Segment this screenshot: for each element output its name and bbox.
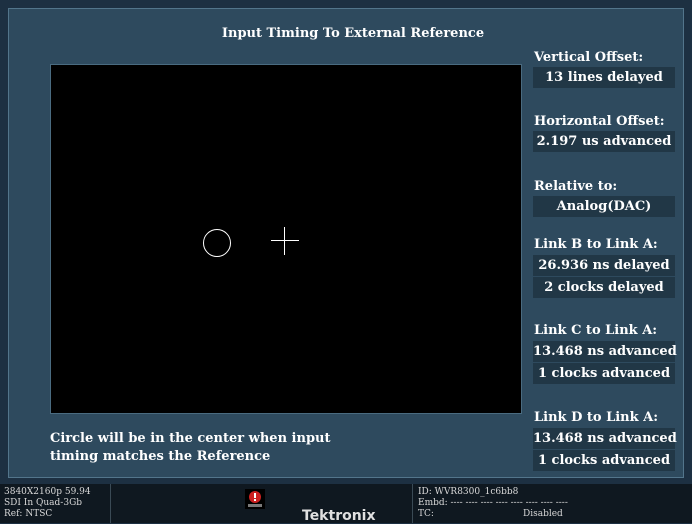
link-c-label: Link C to Link A: xyxy=(534,323,658,338)
status-tc-label: TC: xyxy=(418,509,434,519)
link-d-label: Link D to Link A: xyxy=(534,410,659,425)
vertical-offset-value: 13 lines delayed xyxy=(533,67,675,88)
link-b-label: Link B to Link A: xyxy=(534,237,658,252)
status-id: ID: WVR8300_1c6bb8 xyxy=(418,487,519,497)
status-format: 3840X2160p 59.94 xyxy=(4,487,91,497)
timing-display xyxy=(50,64,522,414)
horizontal-offset-value: 2.197 us advanced xyxy=(533,131,675,152)
page-title: Input Timing To External Reference xyxy=(221,26,485,41)
status-ref: Ref: NTSC xyxy=(4,509,53,519)
horizontal-offset-label: Horizontal Offset: xyxy=(534,114,665,129)
alarm-icon[interactable] xyxy=(245,489,265,509)
status-divider xyxy=(110,484,111,523)
link-c-ns-value: 13.468 ns advanced xyxy=(533,341,677,362)
crosshair-icon xyxy=(271,227,299,255)
link-d-ns-value: 13.468 ns advanced xyxy=(533,428,677,449)
relative-to-value: Analog(DAC) xyxy=(533,196,675,217)
caption-line-1: Circle will be in the center when input xyxy=(50,431,331,446)
caption-line-2: timing matches the Reference xyxy=(50,449,271,464)
vertical-offset-label: Vertical Offset: xyxy=(534,50,644,65)
status-embd: Embd: ---- ---- ---- ---- ---- ---- ----… xyxy=(418,498,568,508)
status-tc-value: Disabled xyxy=(523,509,563,519)
target-circle-icon xyxy=(203,229,231,257)
link-c-clocks-value: 1 clocks advanced xyxy=(533,363,675,384)
status-divider xyxy=(412,484,413,523)
link-b-ns-value: 26.936 ns delayed xyxy=(533,255,675,276)
relative-to-label: Relative to: xyxy=(534,179,618,194)
brand-logo: Tektronix xyxy=(302,508,376,524)
status-input: SDI In Quad-3Gb xyxy=(4,498,83,508)
link-b-clocks-value: 2 clocks delayed xyxy=(533,277,675,298)
link-d-clocks-value: 1 clocks advanced xyxy=(533,450,675,471)
display-caption: Circle will be in the center when input … xyxy=(50,430,350,466)
